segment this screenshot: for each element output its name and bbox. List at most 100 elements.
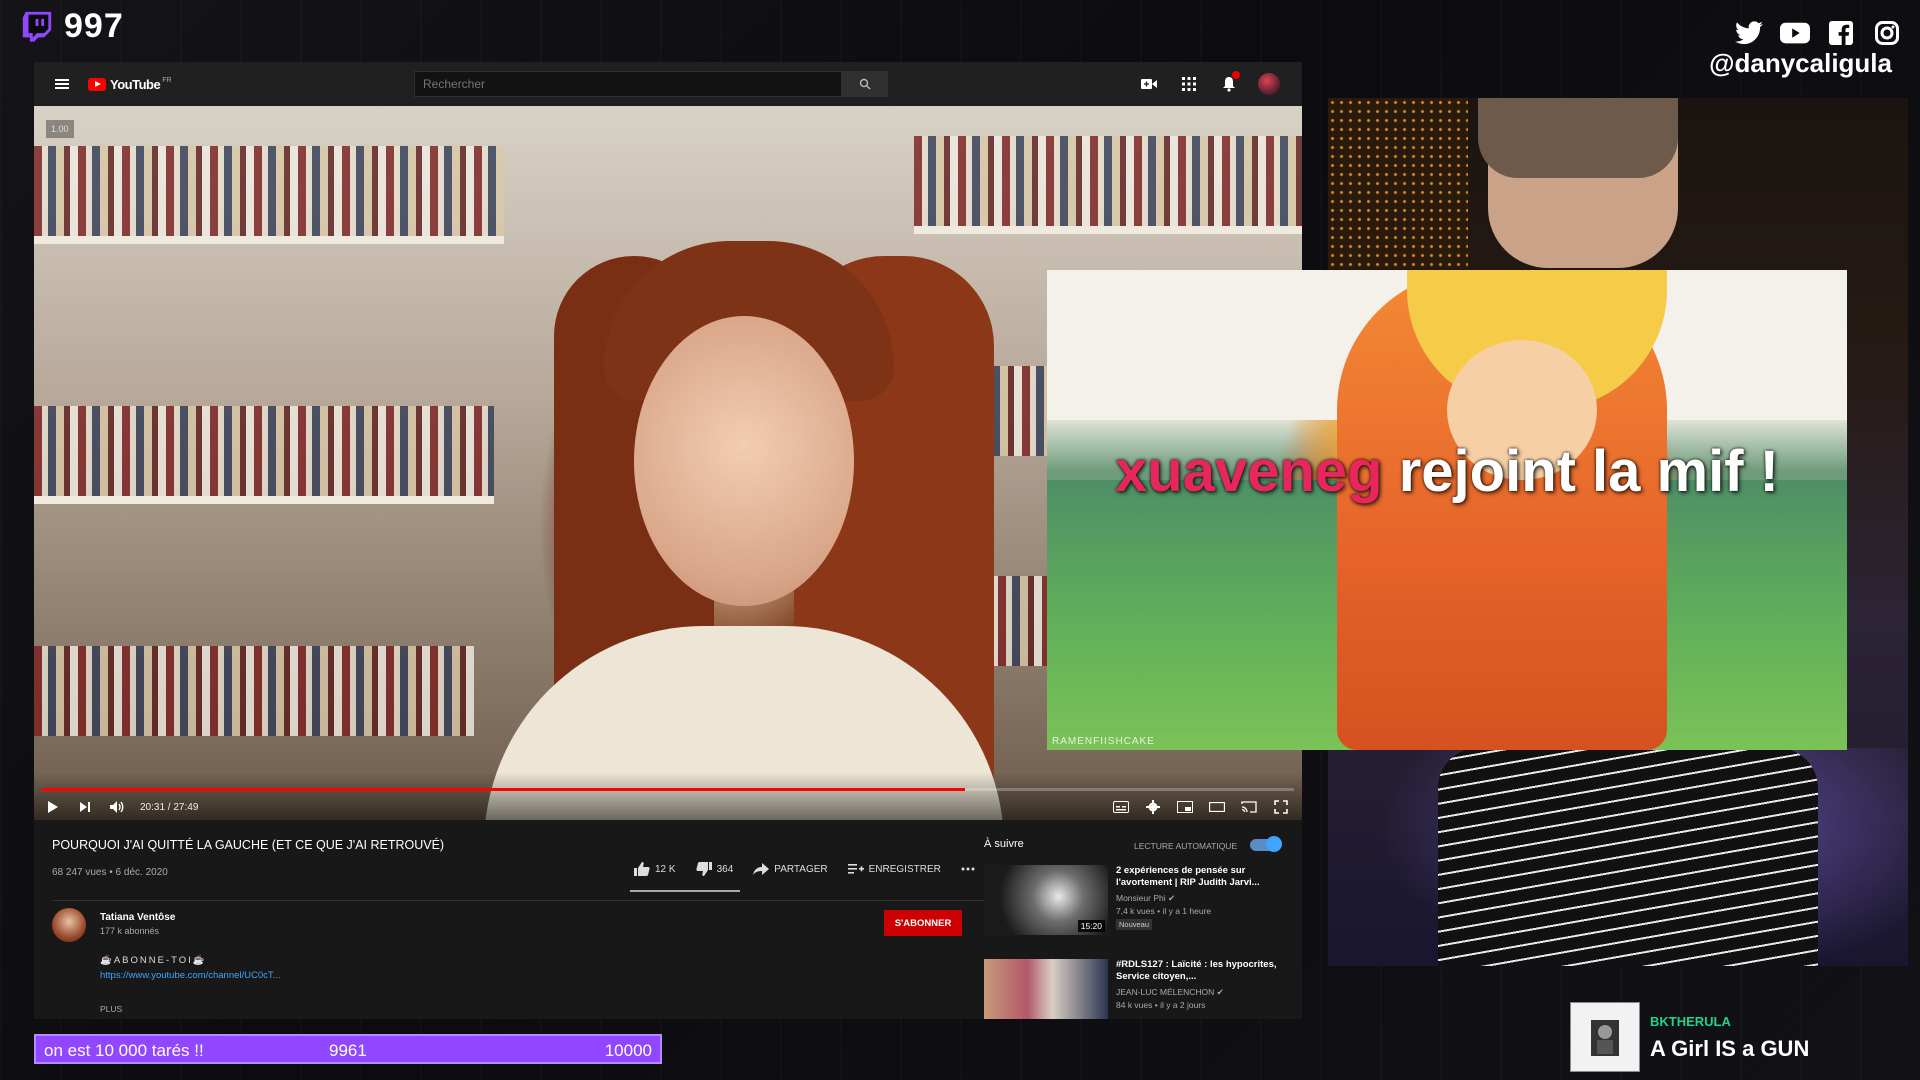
progress-fill <box>42 788 966 791</box>
recommended-video-title[interactable]: #RDLS127 : Laïcité : les hypocrites, Ser… <box>1116 959 1286 983</box>
avatar <box>1258 73 1280 95</box>
share-button[interactable]: PARTAGER <box>753 863 828 875</box>
playlist-add-icon <box>847 864 864 874</box>
apps-grid-icon <box>1182 77 1196 91</box>
subtitles-icon <box>1113 801 1129 813</box>
album-art-icon <box>1591 1020 1619 1056</box>
youtube-logo-text: YouTube <box>110 76 161 92</box>
youtube-region-label: FR <box>162 76 172 84</box>
search-input[interactable] <box>414 71 842 97</box>
save-label: ENREGISTRER <box>868 863 941 875</box>
video-meta: 68 247 vues • 6 déc. 2020 <box>52 867 168 878</box>
up-next-heading: À suivre <box>984 838 1024 850</box>
more-actions-button[interactable] <box>961 867 975 871</box>
settings-button[interactable] <box>1144 798 1162 816</box>
alert-text: rejoint la mif ! <box>1398 439 1779 504</box>
social-icons <box>1734 18 1902 48</box>
shelf-board <box>914 226 1302 234</box>
miniplayer-button[interactable] <box>1176 798 1194 816</box>
thumbs-up-icon <box>634 862 650 876</box>
channel-subscribers: 177 k abonnés <box>100 926 160 936</box>
theater-icon <box>1209 802 1225 812</box>
youtube-logo[interactable]: YouTube FR <box>88 74 172 94</box>
like-button[interactable]: 12 K <box>634 862 676 876</box>
video-thumbnail[interactable] <box>984 959 1108 1019</box>
alert-watermark: RAMENFIISHCAKE <box>1052 736 1155 747</box>
show-more-button[interactable]: PLUS <box>100 1004 122 1014</box>
new-badge: Nouveau <box>1116 919 1153 930</box>
shelf-board <box>34 496 494 504</box>
skip-next-icon <box>80 802 90 812</box>
play-button[interactable] <box>44 798 62 816</box>
goal-target: 10000 <box>604 1041 652 1060</box>
goal-current: 9961 <box>329 1041 367 1060</box>
like-count: 12 K <box>655 863 676 875</box>
bookshelf <box>34 406 494 496</box>
now-playing-title: A Girl IS a GUN <box>1650 1036 1810 1061</box>
alert-message: xuaveneg rejoint la mif ! <box>1047 430 1847 514</box>
hamburger-menu-icon[interactable] <box>52 74 72 94</box>
video-thumbnail[interactable]: 15:20 <box>984 865 1108 935</box>
streamer-cap <box>1478 98 1678 178</box>
video-camera-icon <box>1141 79 1157 89</box>
viewer-counter: 997 <box>20 6 124 46</box>
channel-name[interactable]: Tatiana Ventôse <box>100 912 175 923</box>
twitter-icon <box>1734 18 1764 48</box>
dislike-button[interactable]: 364 <box>695 862 734 876</box>
recommended-video-channel: JEAN-LUC MÉLENCHON ✔ <box>1116 987 1224 997</box>
subscribe-button[interactable]: S'ABONNER <box>884 910 962 936</box>
create-video-button[interactable] <box>1138 73 1160 95</box>
viewer-count: 997 <box>64 6 124 45</box>
webcam-background-lights <box>1328 98 1468 268</box>
account-button[interactable] <box>1258 73 1280 95</box>
apps-button[interactable] <box>1178 73 1200 95</box>
recommended-video-title[interactable]: 2 expériences de pensée sur l'avortement… <box>1116 865 1286 889</box>
share-icon <box>753 863 770 875</box>
bookshelf <box>914 136 1302 226</box>
save-button[interactable]: ENREGISTRER <box>847 863 941 875</box>
search-icon <box>859 78 871 90</box>
share-label: PARTAGER <box>774 863 828 875</box>
notifications-button[interactable] <box>1218 71 1240 95</box>
thumbs-down-icon <box>695 862 712 876</box>
alert-username: xuaveneg <box>1115 439 1383 504</box>
album-cover <box>1570 1002 1640 1072</box>
volume-icon <box>110 801 124 813</box>
streamer-handle: @danycaligula <box>1709 48 1892 78</box>
cast-button[interactable] <box>1240 798 1258 816</box>
description-link[interactable]: https://www.youtube.com/channel/UC0cT... <box>100 970 281 981</box>
notification-badge <box>1232 71 1240 79</box>
dislike-count: 364 <box>716 863 734 875</box>
now-playing-artist: BKTHERULA <box>1650 1014 1731 1029</box>
subtitles-button[interactable] <box>1112 798 1130 816</box>
volume-button[interactable] <box>108 798 126 816</box>
like-ratio-bar <box>630 890 740 892</box>
player-controls-left: 20:31 / 27:49 <box>44 798 198 816</box>
twitch-icon <box>22 11 52 42</box>
follow-alert: xuaveneg rejoint la mif ! RAMENFIISHCAKE <box>1047 270 1847 750</box>
theater-mode-button[interactable] <box>1208 798 1226 816</box>
video-title: POURQUOI J'AI QUITTÉ LA GAUCHE (ET CE QU… <box>52 838 445 852</box>
description-line: ☕ABONNE-TOI☕ <box>100 955 207 966</box>
recommended-video[interactable]: #RDLS127 : Laïcité : les hypocrites, Ser… <box>984 959 1294 1019</box>
channel-avatar[interactable] <box>52 908 86 942</box>
shelf-board <box>34 236 504 244</box>
bookshelf <box>34 146 504 236</box>
more-horizontal-icon <box>961 867 975 871</box>
fullscreen-button[interactable] <box>1272 798 1290 816</box>
divider <box>52 900 992 901</box>
recommended-video[interactable]: 15:20 2 expériences de pensée sur l'avor… <box>984 865 1294 937</box>
bookshelf <box>34 646 474 736</box>
video-actions: 12 K 364 PARTAGER ENREGISTRER <box>634 862 975 876</box>
speaker-face <box>634 316 854 606</box>
recommended-video-stats: 7,4 k vues • il y a 1 heure <box>1116 906 1212 916</box>
search-button[interactable] <box>842 71 888 97</box>
next-button[interactable] <box>76 798 94 816</box>
progress-bar[interactable] <box>42 788 1294 791</box>
miniplayer-icon <box>1177 801 1193 813</box>
speed-badge: 1.00 <box>46 120 74 138</box>
goal-label: on est 10 000 tarés !! <box>44 1041 204 1060</box>
follower-goal-bar: on est 10 000 tarés !! 9961 10000 <box>34 1034 662 1064</box>
gear-icon <box>1146 800 1160 814</box>
cast-icon <box>1241 801 1257 813</box>
